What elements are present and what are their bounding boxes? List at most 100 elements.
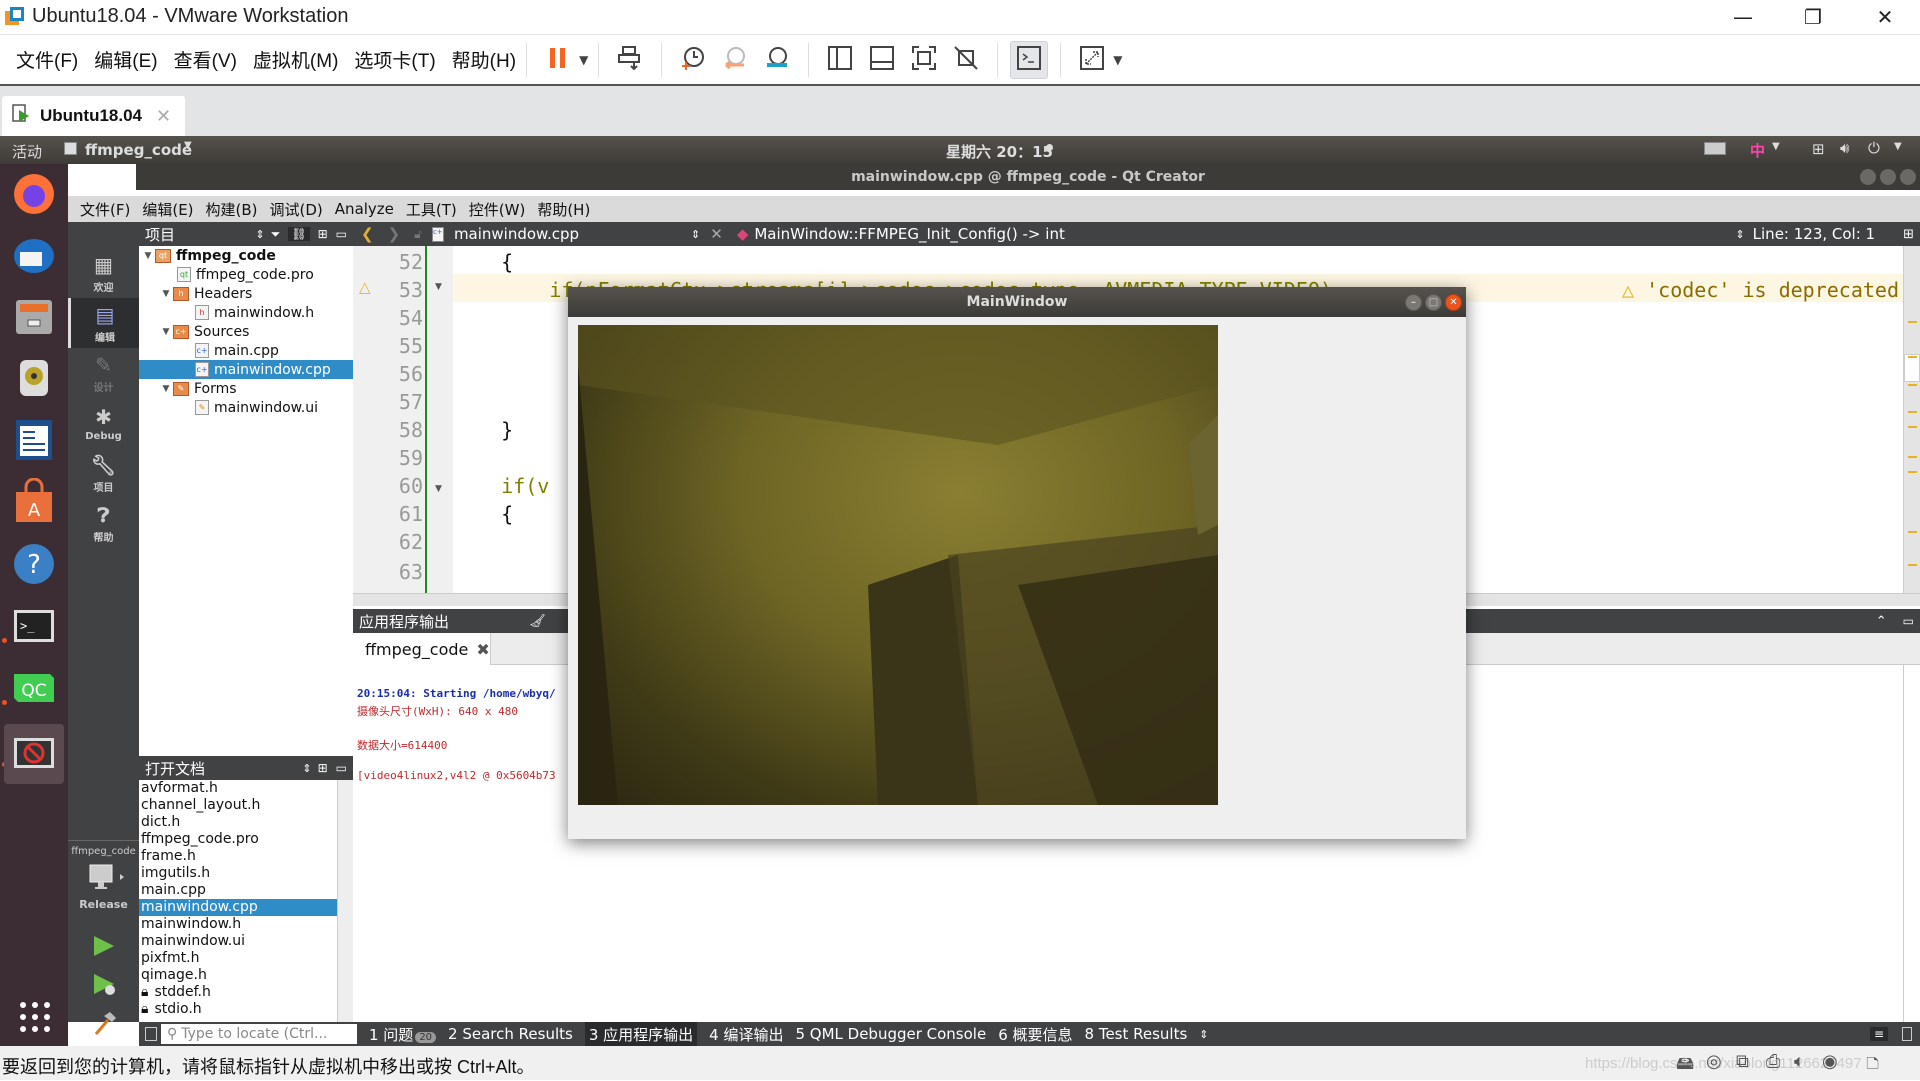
lock-open-icon[interactable]: 🔓︎ [414, 227, 422, 242]
qt-maximize-button[interactable] [1880, 169, 1896, 185]
tree-file-mainwindow-cpp[interactable]: c+ mainwindow.cpp [139, 360, 353, 379]
qt-menu-debug[interactable]: 调试(D) [270, 199, 323, 220]
tree-project-ffmpeg-code[interactable]: ▼ qt ffmpeg_code [141, 246, 276, 265]
keyboard-icon[interactable] [1704, 142, 1726, 155]
toggle-right-sidebar-icon[interactable] [1902, 1027, 1912, 1041]
open-doc-item[interactable]: channel_layout.h [139, 797, 337, 814]
open-doc-item[interactable]: qimage.h [139, 967, 337, 984]
fold-arrow-icon[interactable]: ▼ [435, 484, 442, 494]
toggle-sidebar-icon[interactable] [145, 1027, 157, 1041]
clear-output-icon[interactable]: 🧹︎ [529, 614, 546, 629]
editor-vertical-scrollbar[interactable] [1903, 246, 1920, 593]
qt-menu-analyze[interactable]: Analyze [335, 200, 394, 218]
scroll-thumb[interactable] [1904, 354, 1920, 382]
mw-close-button[interactable]: ✕ [1445, 294, 1462, 311]
more-panes-icon[interactable]: ⇕ [1199, 1028, 1208, 1041]
mw-maximize-button[interactable]: □ [1425, 294, 1442, 311]
app-menu[interactable]: ffmpeg_code [85, 141, 192, 159]
mode-projects[interactable]: 🔧︎ 项目 [68, 448, 139, 498]
file-switch-icon[interactable]: ⇕ [691, 228, 700, 241]
snapshot-manager-button[interactable] [758, 41, 796, 79]
open-documents-scrollbar[interactable] [337, 780, 353, 1022]
stretch-dropdown-icon[interactable]: ▼ [1113, 53, 1122, 67]
menu-help[interactable]: 帮助(H) [452, 46, 516, 73]
tree-file-mainwindow-h[interactable]: h mainwindow.h [195, 303, 314, 322]
open-doc-item[interactable]: mainwindow.ui [139, 933, 337, 950]
volume-icon[interactable]: 🔊︎ [1840, 139, 1849, 157]
sound-card-icon[interactable]: 🔈︎ [1794, 1051, 1805, 1072]
close-pane-icon[interactable]: ▭ [336, 761, 347, 775]
input-method[interactable]: 中 [1750, 140, 1765, 161]
pane-application-output[interactable]: 3 应用程序输出 [584, 1021, 698, 1047]
pane-search-results[interactable]: 2 Search Results [448, 1025, 573, 1043]
maximize-pane-icon[interactable]: ⌃ [1876, 614, 1887, 629]
toggle-output-pane-icon[interactable]: ≡ [1869, 1027, 1888, 1041]
cd-dvd-icon[interactable]: ◎ [1706, 1051, 1722, 1072]
nav-forward-icon[interactable]: ❯ [388, 225, 401, 243]
pause-button[interactable] [539, 41, 577, 79]
menu-tabs[interactable]: 选项卡(T) [354, 46, 435, 73]
mode-welcome[interactable]: ▦ 欢迎 [68, 248, 139, 298]
mode-debug[interactable]: ✱ Debug [68, 398, 139, 448]
camera-device-icon[interactable]: ◉ [1822, 1051, 1838, 1072]
locator-input[interactable]: ⚲ Type to locate (Ctrl... [161, 1024, 357, 1044]
network-icon[interactable]: ⊞ [1812, 140, 1825, 158]
output-scrollbar[interactable] [1903, 665, 1920, 1022]
show-thumbnail-button[interactable] [863, 41, 901, 79]
tree-folder-headers[interactable]: ▼ h Headers [159, 284, 253, 303]
software-launcher[interactable]: A [6, 476, 62, 532]
qtcreator-launcher[interactable]: QC [6, 662, 62, 718]
terminal-launcher[interactable]: >_ [6, 600, 62, 656]
mw-minimize-button[interactable]: – [1405, 294, 1422, 311]
tree-file-pro[interactable]: qt ffmpeg_code.pro [177, 265, 314, 284]
open-doc-item[interactable]: pixfmt.h [139, 950, 337, 967]
qt-minimize-button[interactable] [1860, 169, 1876, 185]
split-editor-icon[interactable]: ⊞ [1903, 227, 1914, 242]
open-doc-item[interactable]: dict.h [139, 814, 337, 831]
menu-vm[interactable]: 虚拟机(M) [253, 46, 338, 73]
show-applications-button[interactable] [18, 1000, 52, 1034]
symbol-switch-icon[interactable]: ⇕ [1735, 228, 1744, 241]
show-library-button[interactable] [821, 41, 859, 79]
open-doc-item[interactable]: frame.h [139, 848, 337, 865]
activities-button[interactable]: 活动 [12, 141, 42, 162]
pane-switch-icon[interactable]: ⇕ [302, 762, 311, 775]
menu-edit[interactable]: 编辑(E) [94, 46, 157, 73]
cursor-position[interactable]: Line: 123, Col: 1 [1753, 225, 1875, 243]
output-tab-ffmpeg-code[interactable]: ffmpeg_code ✖ [353, 633, 491, 665]
mode-edit[interactable]: ▤ 编辑 [68, 298, 139, 348]
mainwindow-launcher[interactable] [4, 724, 64, 784]
power-icon[interactable]: ⏻ [1868, 139, 1880, 157]
open-doc-item[interactable]: imgutils.h [139, 865, 337, 882]
stretch-guest-button[interactable] [1073, 41, 1111, 79]
qt-menu-help[interactable]: 帮助(H) [537, 199, 590, 220]
open-doc-item-selected[interactable]: mainwindow.cpp [139, 899, 337, 916]
close-document-icon[interactable]: ✕ [710, 225, 723, 243]
fullscreen-button[interactable] [905, 41, 943, 79]
build-button[interactable] [92, 1010, 118, 1040]
files-launcher[interactable] [6, 290, 62, 346]
run-button[interactable] [92, 934, 116, 962]
open-doc-item[interactable]: ffmpeg_code.pro [139, 831, 337, 848]
pause-dropdown-icon[interactable]: ▼ [579, 53, 588, 67]
pane-test-results[interactable]: 8 Test Results [1085, 1025, 1188, 1043]
open-doc-item[interactable]: main.cpp [139, 882, 337, 899]
rhythmbox-launcher[interactable] [6, 352, 62, 408]
help-launcher[interactable]: ? [6, 538, 62, 594]
tab-ubuntu[interactable]: Ubuntu18.04 ✕ [2, 96, 185, 136]
qt-menu-build[interactable]: 构建(B) [206, 199, 258, 220]
pane-switch-icon[interactable]: ⇕ [256, 228, 265, 241]
mode-help[interactable]: ❓︎ 帮助 [68, 498, 139, 548]
tree-folder-forms[interactable]: ▼ ✎ Forms [159, 379, 237, 398]
close-button[interactable]: ✕ [1856, 0, 1914, 34]
nav-back-icon[interactable]: ❮ [361, 225, 374, 243]
current-file[interactable]: mainwindow.cpp [454, 225, 579, 243]
open-doc-item[interactable]: mainwindow.h [139, 916, 337, 933]
current-symbol[interactable]: MainWindow::FFMPEG_Init_Config() -> int [754, 225, 1064, 243]
console-view-button[interactable] [1010, 40, 1049, 79]
system-menu-arrow-icon[interactable]: ▼ [1894, 141, 1902, 152]
close-pane-icon[interactable]: ▭ [1903, 614, 1914, 628]
send-ctrl-alt-del-button[interactable] [611, 41, 649, 79]
qt-menu-tools[interactable]: 工具(T) [406, 199, 457, 220]
kit-selector[interactable] [88, 864, 128, 894]
